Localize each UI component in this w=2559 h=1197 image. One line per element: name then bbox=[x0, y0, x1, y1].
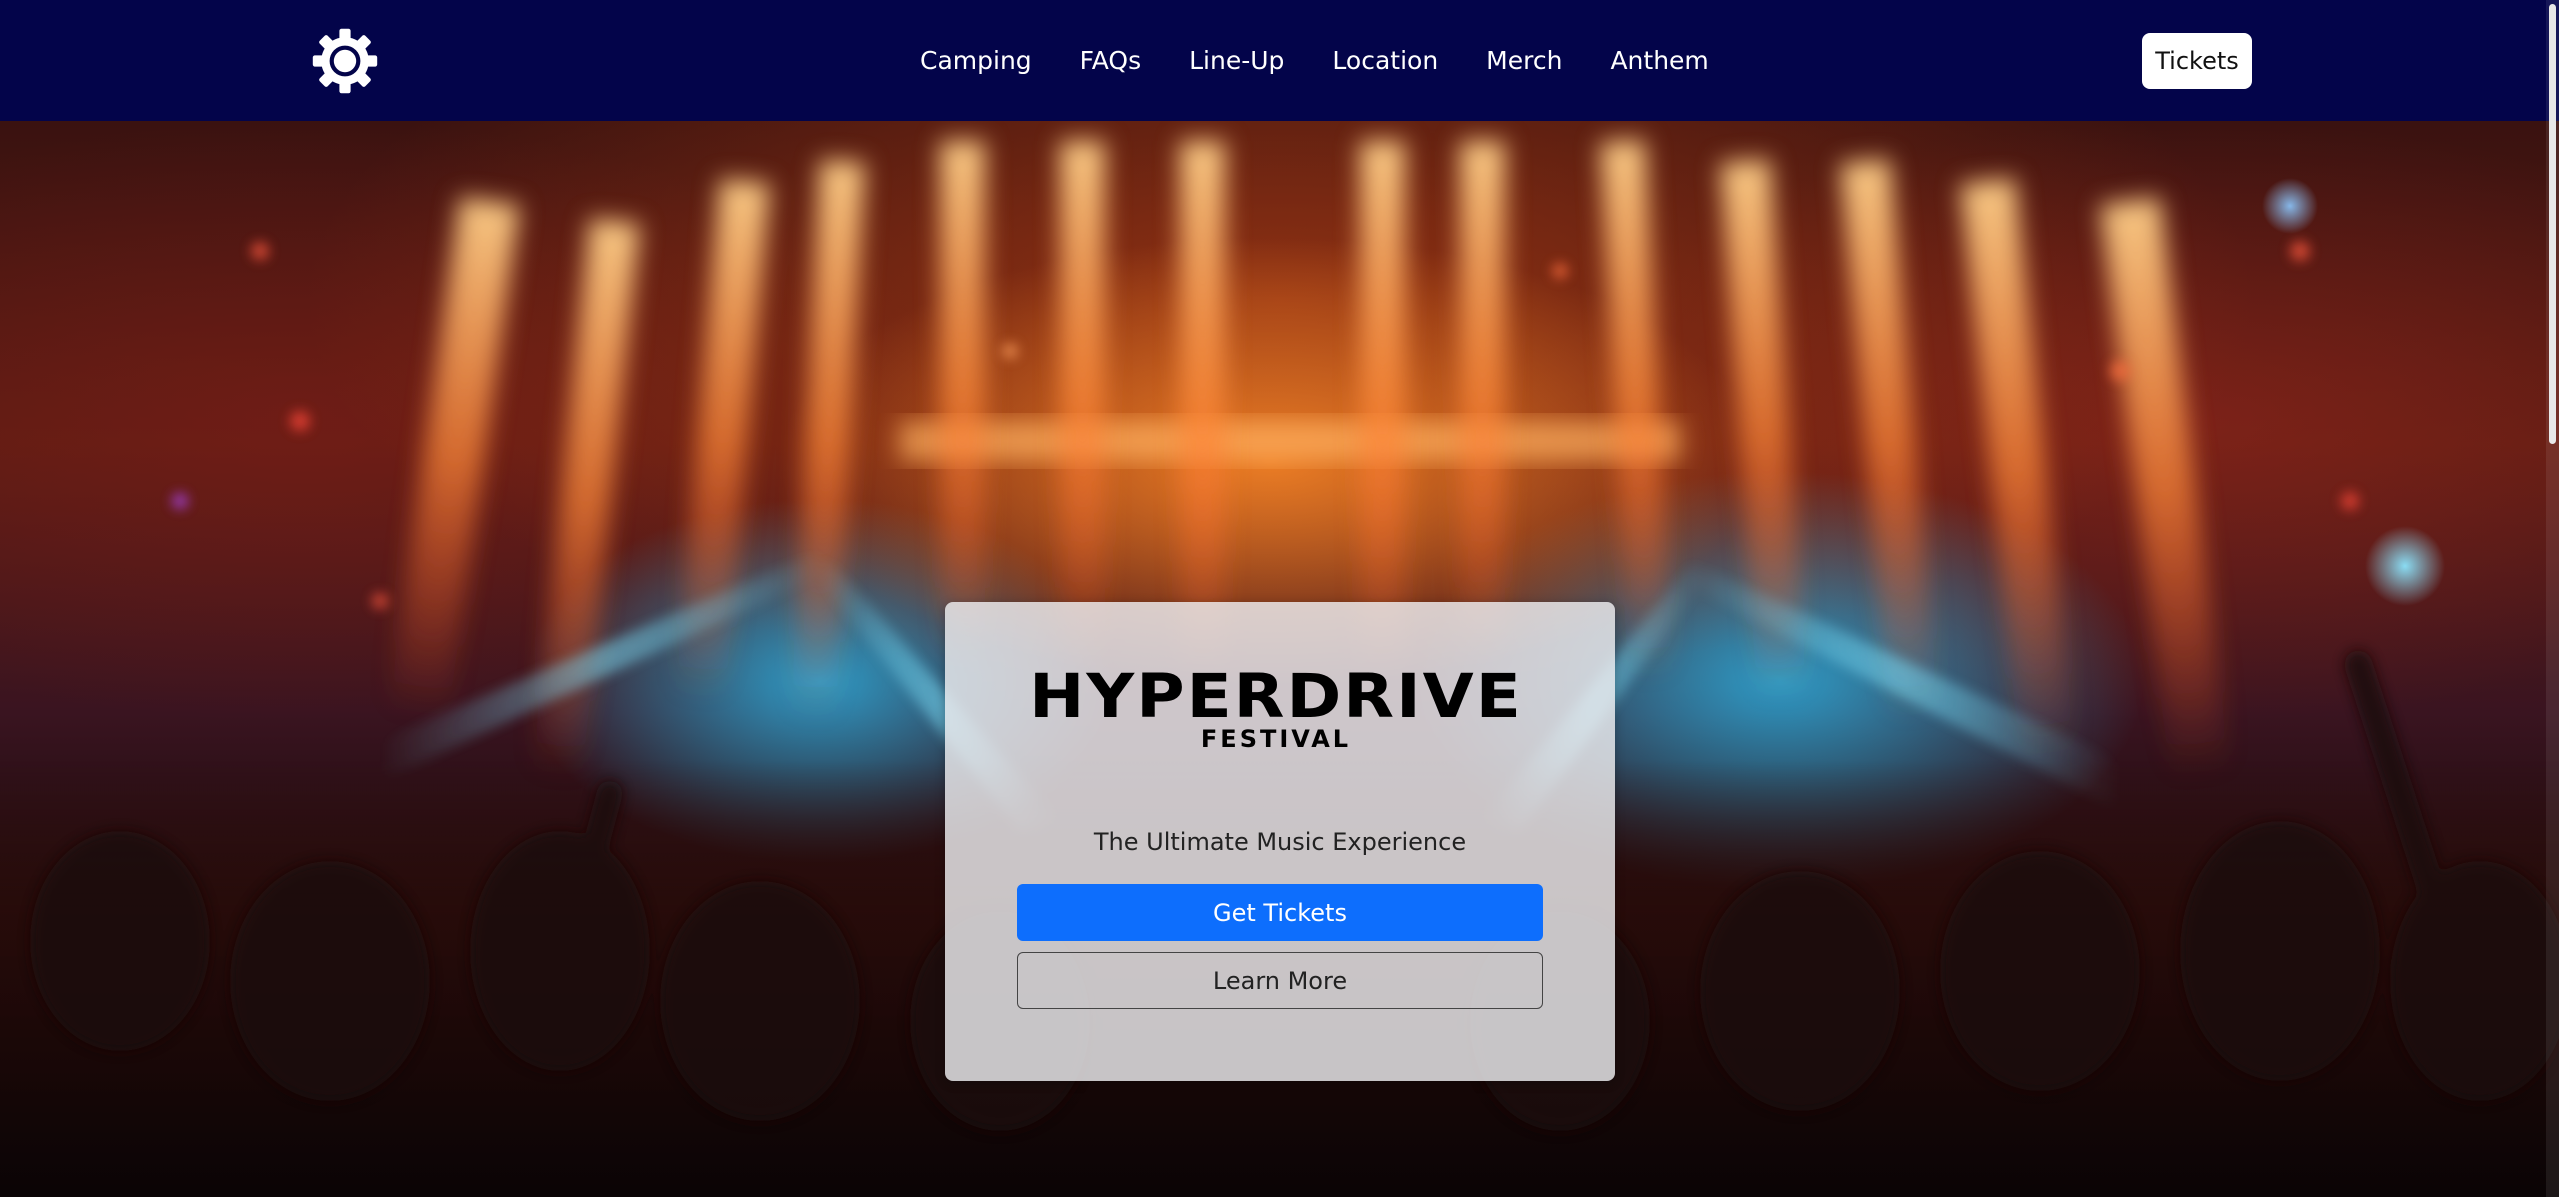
scrollbar[interactable] bbox=[2546, 0, 2559, 1197]
nav-link-line-up[interactable]: Line-Up bbox=[1189, 46, 1284, 75]
brand-logo: HYPERDRIVE FESTIVAL bbox=[1016, 664, 1536, 754]
nav-link-anthem[interactable]: Anthem bbox=[1610, 46, 1708, 75]
nav-link-camping[interactable]: Camping bbox=[920, 46, 1032, 75]
hero-section: HYPERDRIVE FESTIVAL The Ultimate Music E… bbox=[0, 121, 2559, 1197]
hero-card: HYPERDRIVE FESTIVAL The Ultimate Music E… bbox=[945, 602, 1615, 1081]
page: Camping FAQs Line-Up Location Merch Anth… bbox=[0, 0, 2559, 1197]
brand-logo-sub: FESTIVAL bbox=[1200, 725, 1352, 753]
hero-tagline: The Ultimate Music Experience bbox=[1093, 828, 1467, 856]
nav-link-merch[interactable]: Merch bbox=[1486, 46, 1562, 75]
nav-links: Camping FAQs Line-Up Location Merch Anth… bbox=[920, 0, 1709, 121]
scrollbar-thumb[interactable] bbox=[2549, 4, 2556, 444]
get-tickets-button[interactable]: Get Tickets bbox=[1017, 884, 1543, 941]
brand-logo-main: HYPERDRIVE bbox=[1029, 661, 1523, 732]
learn-more-button[interactable]: Learn More bbox=[1017, 952, 1543, 1009]
navbar: Camping FAQs Line-Up Location Merch Anth… bbox=[0, 0, 2559, 121]
nav-link-location[interactable]: Location bbox=[1332, 46, 1438, 75]
gear-icon[interactable] bbox=[310, 26, 380, 96]
nav-link-faqs[interactable]: FAQs bbox=[1080, 46, 1141, 75]
tickets-button[interactable]: Tickets bbox=[2142, 33, 2252, 89]
